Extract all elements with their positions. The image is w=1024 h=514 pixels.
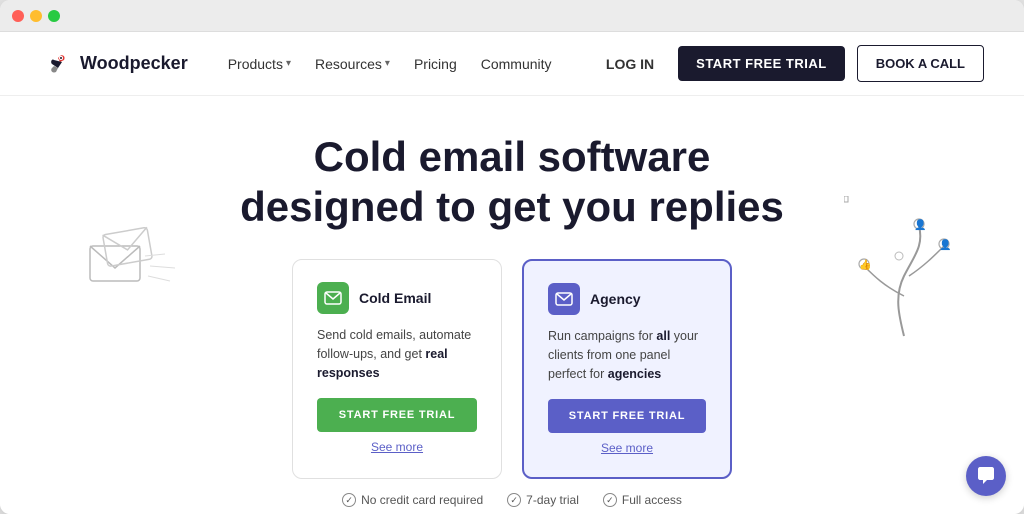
maximize-dot[interactable] [48, 10, 60, 22]
login-button[interactable]: LOG IN [594, 48, 666, 80]
nav-pricing[interactable]: Pricing [414, 56, 457, 72]
chevron-down-icon: ▾ [286, 58, 291, 69]
card-header-agency: Agency [548, 283, 706, 315]
check-icon: ✓ [507, 493, 521, 507]
nav-actions: LOG IN START FREE TRIAL BOOK A CALL [594, 45, 984, 82]
cold-email-description: Send cold emails, automate follow-ups, a… [317, 326, 477, 382]
logo-container[interactable]: Woodpecker [40, 48, 188, 80]
chevron-down-icon: ▾ [385, 58, 390, 69]
cards-container: Cold Email Send cold emails, automate fo… [40, 259, 984, 479]
check-icon: ✓ [603, 493, 617, 507]
nav-resources[interactable]: Resources ▾ [315, 56, 390, 72]
badge-full-access: ✓ Full access [603, 493, 682, 507]
agency-see-more[interactable]: See more [548, 441, 706, 455]
brand-name: Woodpecker [80, 53, 188, 74]
hero-section: 👍 👤 👤 Cold email software designed to ge… [0, 96, 1024, 514]
svg-text:👤: 👤 [914, 218, 926, 231]
minimize-dot[interactable] [30, 10, 42, 22]
card-header-cold: Cold Email [317, 282, 477, 314]
page-content: Woodpecker Products ▾ Resources ▾ Pricin… [0, 32, 1024, 514]
agency-icon [548, 283, 580, 315]
cold-email-icon [317, 282, 349, 314]
navigation: Woodpecker Products ▾ Resources ▾ Pricin… [0, 32, 1024, 96]
check-icon: ✓ [342, 493, 356, 507]
cold-email-trial-button[interactable]: START FREE TRIAL [317, 398, 477, 432]
nav-community[interactable]: Community [481, 56, 552, 72]
nav-links: Products ▾ Resources ▾ Pricing Community [228, 56, 594, 72]
close-dot[interactable] [12, 10, 24, 22]
browser-chrome [0, 0, 1024, 32]
agency-description: Run campaigns for all your clients from … [548, 327, 706, 383]
badges-container: ✓ No credit card required ✓ 7-day trial … [40, 493, 984, 507]
badge-no-credit-card: ✓ No credit card required [342, 493, 483, 507]
woodpecker-logo-icon [40, 48, 72, 80]
cold-email-title: Cold Email [359, 290, 431, 306]
agency-title: Agency [590, 291, 641, 307]
nav-products[interactable]: Products ▾ [228, 56, 291, 72]
cold-email-card: Cold Email Send cold emails, automate fo… [292, 259, 502, 479]
svg-text:👤: 👤 [939, 238, 951, 251]
book-call-button[interactable]: BOOK A CALL [857, 45, 984, 82]
agency-trial-button[interactable]: START FREE TRIAL [548, 399, 706, 433]
badge-7-day-trial: ✓ 7-day trial [507, 493, 579, 507]
agency-card: Agency Run campaigns for all your client… [522, 259, 732, 479]
cold-email-see-more[interactable]: See more [317, 440, 477, 454]
browser-window: Woodpecker Products ▾ Resources ▾ Pricin… [0, 0, 1024, 514]
nav-trial-button[interactable]: START FREE TRIAL [678, 46, 845, 81]
